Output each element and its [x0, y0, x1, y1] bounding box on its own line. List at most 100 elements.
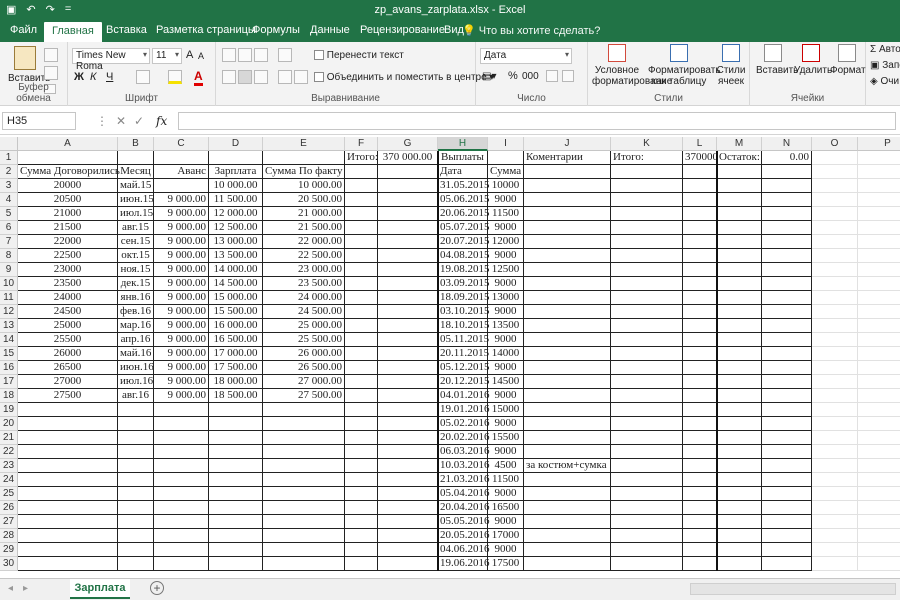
- cell-c23[interactable]: [154, 459, 209, 473]
- column-header-e[interactable]: E: [263, 137, 345, 151]
- cell-b10[interactable]: дек.15: [118, 277, 154, 291]
- tab-home[interactable]: Главная: [44, 22, 102, 42]
- cell-m30[interactable]: [717, 557, 762, 571]
- column-header-h[interactable]: H: [438, 137, 488, 151]
- cell-g16[interactable]: [378, 361, 438, 375]
- cell-p28[interactable]: [858, 529, 900, 543]
- cell-j19[interactable]: [524, 403, 611, 417]
- cell-j1[interactable]: Коментарии: [524, 151, 611, 165]
- add-sheet-icon[interactable]: +: [150, 581, 164, 595]
- cell-c16[interactable]: 9 000.00: [154, 361, 209, 375]
- cell-m21[interactable]: [717, 431, 762, 445]
- underline-button[interactable]: Ч: [106, 71, 113, 83]
- cell-i14[interactable]: 9000: [488, 333, 524, 347]
- clear-button[interactable]: ◈ Очи: [870, 76, 899, 87]
- cell-g4[interactable]: [378, 193, 438, 207]
- cell-n19[interactable]: [762, 403, 812, 417]
- cell-h19[interactable]: 19.01.2016: [438, 403, 490, 417]
- decrease-decimal-icon[interactable]: [562, 70, 574, 82]
- cell-l9[interactable]: [683, 263, 717, 277]
- cell-d11[interactable]: 15 000.00: [209, 291, 263, 305]
- cell-e4[interactable]: 20 500.00: [263, 193, 345, 207]
- italic-button[interactable]: К: [90, 71, 96, 83]
- select-all-corner[interactable]: [0, 137, 18, 151]
- cell-k16[interactable]: [611, 361, 683, 375]
- cell-p17[interactable]: [858, 375, 900, 389]
- cell-o12[interactable]: [812, 305, 858, 319]
- cell-n13[interactable]: [762, 319, 812, 333]
- cell-o21[interactable]: [812, 431, 858, 445]
- row-header-8[interactable]: 8: [0, 249, 18, 263]
- cell-d28[interactable]: [209, 529, 263, 543]
- cell-a18[interactable]: 27500: [18, 389, 118, 403]
- cell-p27[interactable]: [858, 515, 900, 529]
- autosum-button[interactable]: Σ Авто: [870, 44, 900, 55]
- column-header-d[interactable]: D: [209, 137, 263, 151]
- cell-e9[interactable]: 23 000.00: [263, 263, 345, 277]
- cell-p13[interactable]: [858, 319, 900, 333]
- column-header-o[interactable]: O: [812, 137, 858, 151]
- cell-m3[interactable]: [717, 179, 762, 193]
- cell-n2[interactable]: [762, 165, 812, 179]
- cell-e1[interactable]: [263, 151, 345, 165]
- cell-f7[interactable]: [345, 235, 378, 249]
- cell-h25[interactable]: 05.04.2016: [438, 487, 490, 501]
- cell-n4[interactable]: [762, 193, 812, 207]
- cell-g22[interactable]: [378, 445, 438, 459]
- cell-a23[interactable]: [18, 459, 118, 473]
- cell-f21[interactable]: [345, 431, 378, 445]
- cell-j14[interactable]: [524, 333, 611, 347]
- cell-o10[interactable]: [812, 277, 858, 291]
- cell-k25[interactable]: [611, 487, 683, 501]
- currency-button[interactable]: ▤▾: [482, 71, 496, 82]
- cell-d24[interactable]: [209, 473, 263, 487]
- cell-a26[interactable]: [18, 501, 118, 515]
- cell-b1[interactable]: [118, 151, 154, 165]
- cell-c14[interactable]: 9 000.00: [154, 333, 209, 347]
- cell-p7[interactable]: [858, 235, 900, 249]
- cell-b27[interactable]: [118, 515, 154, 529]
- cell-c6[interactable]: 9 000.00: [154, 221, 209, 235]
- cell-k10[interactable]: [611, 277, 683, 291]
- cell-f4[interactable]: [345, 193, 378, 207]
- cell-l30[interactable]: [683, 557, 717, 571]
- increase-decimal-icon[interactable]: [546, 70, 558, 82]
- cell-d25[interactable]: [209, 487, 263, 501]
- cell-g20[interactable]: [378, 417, 438, 431]
- cell-g2[interactable]: [378, 165, 438, 179]
- cell-i7[interactable]: 12000: [488, 235, 524, 249]
- cell-m23[interactable]: [717, 459, 762, 473]
- cell-k18[interactable]: [611, 389, 683, 403]
- cell-f1[interactable]: Итого:: [345, 151, 378, 165]
- column-header-i[interactable]: I: [488, 137, 524, 151]
- cell-l12[interactable]: [683, 305, 717, 319]
- cell-j17[interactable]: [524, 375, 611, 389]
- cell-h12[interactable]: 03.10.2015: [438, 305, 490, 319]
- cell-e3[interactable]: 10 000.00: [263, 179, 345, 193]
- column-header-g[interactable]: G: [378, 137, 438, 151]
- cell-l1[interactable]: 370000: [683, 151, 718, 165]
- cell-n7[interactable]: [762, 235, 812, 249]
- cell-a6[interactable]: 21500: [18, 221, 118, 235]
- cell-n26[interactable]: [762, 501, 812, 515]
- cell-d9[interactable]: 14 000.00: [209, 263, 263, 277]
- column-header-a[interactable]: A: [18, 137, 118, 151]
- cell-e22[interactable]: [263, 445, 345, 459]
- cell-h26[interactable]: 20.04.2016: [438, 501, 490, 515]
- cell-m13[interactable]: [717, 319, 762, 333]
- insert-cells-button[interactable]: Вставить: [756, 44, 798, 76]
- grow-font-button[interactable]: A: [186, 49, 193, 61]
- cell-i2[interactable]: Сумма: [488, 165, 524, 179]
- cell-l6[interactable]: [683, 221, 717, 235]
- cell-h2[interactable]: Дата: [438, 165, 488, 179]
- cell-g29[interactable]: [378, 543, 438, 557]
- cell-f9[interactable]: [345, 263, 378, 277]
- cell-e12[interactable]: 24 500.00: [263, 305, 345, 319]
- cell-i11[interactable]: 13000: [488, 291, 524, 305]
- cell-h27[interactable]: 05.05.2016: [438, 515, 490, 529]
- cell-b21[interactable]: [118, 431, 154, 445]
- format-as-table-button[interactable]: Форматировать как таблицу: [648, 44, 721, 87]
- cell-n12[interactable]: [762, 305, 812, 319]
- cell-d1[interactable]: [209, 151, 263, 165]
- fx-icon[interactable]: fx: [156, 114, 167, 128]
